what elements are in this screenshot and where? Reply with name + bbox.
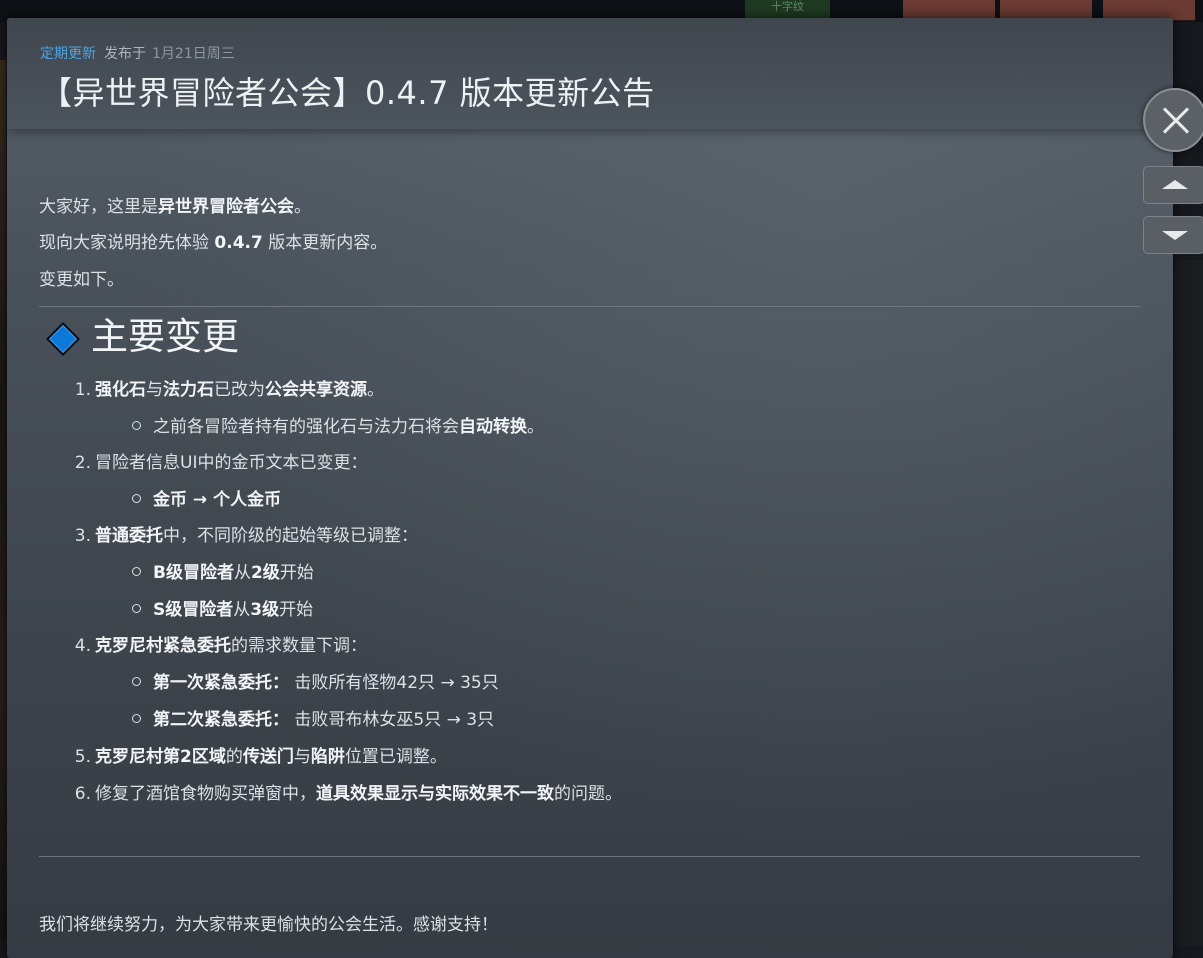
text: B级冒险者 [153, 563, 234, 583]
divider [39, 856, 1140, 857]
page-title: 【异世界冒险者公会】0.4.7 版本更新公告 [40, 74, 655, 112]
arrow-down-icon [1162, 231, 1188, 240]
background-tab: 十字纹 [745, 0, 830, 18]
text: 传送门 [242, 747, 294, 767]
text: 克罗尼村第2区域 [95, 747, 226, 767]
list-number: 6. [74, 784, 91, 804]
sub-list-item: S级冒险者从3级开始 [132, 595, 313, 620]
intro-line-1: 大家好，这里是异世界冒险者公会。 [39, 192, 311, 217]
text: 已改为 [214, 380, 265, 400]
text: 开始 [279, 600, 314, 620]
text: 中，不同阶级的起始等级已调整： [163, 526, 418, 546]
post-date: 1月21日周三 [152, 46, 235, 62]
text: 强化石 [95, 380, 146, 400]
text: 与 [146, 380, 163, 400]
text: 版本更新内容。 [262, 233, 388, 253]
list-number: 1. [74, 380, 91, 400]
text: 位置已调整。 [344, 747, 447, 767]
posted-label: 发布于 [104, 46, 146, 62]
version-number: 0.4.7 [214, 233, 263, 253]
text: 第二次紧急委托： [153, 710, 289, 730]
next-button[interactable] [1143, 216, 1203, 254]
sub-list-item: 第一次紧急委托： 击败所有怪物42只 → 35只 [132, 668, 499, 693]
list-number: 4. [74, 636, 91, 656]
category-link[interactable]: 定期更新 [40, 46, 96, 62]
list-item: 4. 克罗尼村紧急委托的需求数量下调： [69, 631, 367, 656]
text: 现向大家说明抢先体验 [39, 233, 215, 253]
text: 陷阱 [310, 747, 345, 767]
text: S级冒险者 [153, 600, 234, 620]
text: 的问题。 [554, 784, 622, 804]
diamond-icon [45, 321, 80, 356]
modal-header: 定期更新 发布于 1月21日周三 【异世界冒险者公会】0.4.7 版本更新公告 [7, 18, 1173, 129]
announcement-modal: 定期更新 发布于 1月21日周三 【异世界冒险者公会】0.4.7 版本更新公告 大家… [7, 18, 1173, 958]
text: 普通委托 [95, 526, 163, 546]
text: 第一次紧急委托： [153, 673, 289, 693]
text: 。 [527, 417, 544, 437]
previous-button[interactable] [1143, 166, 1203, 204]
background-right-edge [1174, 260, 1203, 946]
text: 的 [225, 747, 243, 767]
text: 从 [233, 563, 251, 583]
list-item: 6. 修复了酒馆食物购买弹窗中，道具效果显示与实际效果不一致的问题。 [69, 779, 622, 804]
bullet-icon [132, 493, 141, 503]
text: 与 [293, 747, 311, 767]
post-meta: 定期更新 发布于 1月21日周三 [40, 43, 235, 63]
text: 公会共享资源 [265, 380, 367, 400]
text: 击败所有怪物42只 → 35只 [289, 673, 499, 693]
list-number: 3. [74, 526, 91, 546]
text: 。 [367, 380, 384, 400]
text: 3级 [250, 600, 280, 620]
list-item: 2. 冒险者信息UI中的金币文本已变更： [69, 448, 368, 473]
list-item: 3. 普通委托中，不同阶级的起始等级已调整： [69, 521, 418, 546]
text: 击败哥布林女巫5只 → 3只 [289, 710, 495, 730]
text: 。 [294, 197, 311, 217]
sub-list-item: 之前各冒险者持有的强化石与法力石将会自动转换。 [132, 412, 544, 437]
text: 自动转换 [459, 417, 527, 437]
background-left-edge [0, 60, 6, 940]
text: 大家好，这里是 [39, 197, 158, 217]
bullet-icon [132, 603, 141, 613]
section-heading-text: 主要变更 [91, 315, 239, 358]
divider [39, 306, 1140, 307]
text: 从 [233, 600, 251, 620]
text: 之前各冒险者持有的强化石与法力石将会 [153, 417, 459, 437]
list-number: 5. [74, 747, 91, 767]
text: 开始 [279, 563, 314, 583]
text: 冒险者信息UI中的金币文本已变更： [95, 453, 368, 473]
bullet-icon [132, 566, 141, 576]
text: 法力石 [163, 380, 214, 400]
arrow-up-icon [1162, 180, 1188, 189]
sub-list-item: B级冒险者从2级开始 [132, 558, 314, 583]
text: 道具效果显示与实际效果不一致 [316, 784, 554, 804]
closing-text: 我们将继续努力，为大家带来更愉快的公会生活。感谢支持！ [39, 915, 498, 935]
sub-list-item: 第二次紧急委托： 击败哥布林女巫5只 → 3只 [132, 705, 494, 730]
text: 2级 [250, 563, 280, 583]
bullet-icon [132, 713, 141, 723]
text: 修复了酒馆食物购买弹窗中， [95, 784, 316, 804]
guild-name: 异世界冒险者公会 [158, 197, 294, 217]
bullet-icon [132, 420, 141, 430]
intro-line-3: 变更如下。 [39, 270, 124, 290]
text: 的需求数量下调： [231, 636, 367, 656]
intro-line-2: 现向大家说明抢先体验 0.4.7 版本更新内容。 [39, 228, 387, 253]
list-item: 1. 强化石与法力石已改为公会共享资源。 [69, 375, 384, 400]
close-button[interactable] [1143, 88, 1203, 152]
text: 金币 → 个人金币 [153, 490, 282, 510]
text: 克罗尼村紧急委托 [95, 636, 231, 656]
list-item: 5. 克罗尼村第2区域的传送门与陷阱位置已调整。 [69, 742, 447, 767]
list-number: 2. [74, 453, 91, 473]
sub-list-item: 金币 → 个人金币 [132, 485, 281, 510]
bullet-icon [132, 676, 141, 686]
